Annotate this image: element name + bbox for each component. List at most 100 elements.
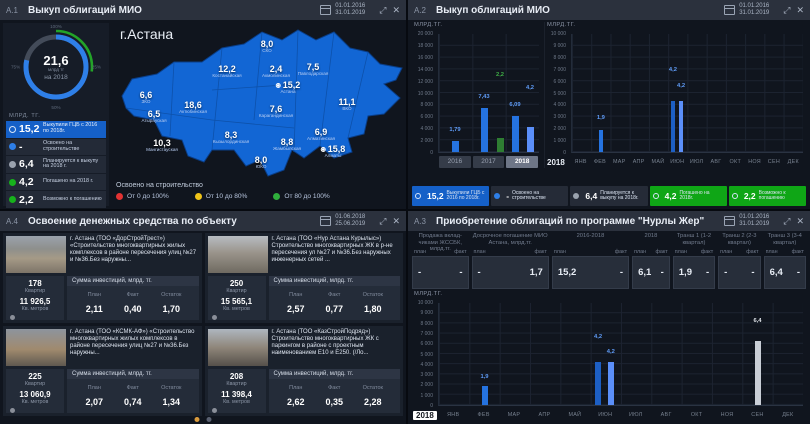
- y-tick-label: 9 000: [420, 310, 433, 316]
- map-region-ВКО[interactable]: 11,1ВКО: [338, 97, 355, 111]
- column-header: Транш 1 (1-2 квартал): [673, 233, 715, 248]
- date-from: 01.01.2016: [739, 214, 769, 220]
- card-carousel-dot[interactable]: [212, 315, 217, 320]
- y-tick-label: 6 000: [420, 114, 433, 120]
- month-label: ИЮЛ: [687, 159, 706, 165]
- close-icon[interactable]: ✕: [392, 216, 400, 227]
- ring-icon: [415, 193, 421, 199]
- calendar-icon[interactable]: [724, 5, 735, 15]
- map-region-Астана[interactable]: 15,2Астана: [276, 80, 301, 94]
- date-range[interactable]: 01.01.2016 31.01.2019: [335, 3, 365, 17]
- fact-value: -: [661, 267, 664, 278]
- date-range[interactable]: 01.06.2018 25.06.2019: [335, 214, 365, 228]
- carousel-dot-active[interactable]: [195, 417, 200, 422]
- fact-label: Факт: [114, 292, 153, 298]
- project-title: г. Астана (ТОО «ДорСтройТрест») «Строите…: [70, 236, 199, 273]
- map-legend: Освоено на строительство От 0 до 100%От …: [116, 182, 402, 206]
- map-region-СКО[interactable]: 8,0СКО: [261, 39, 274, 53]
- legend-item[interactable]: 15,2Выкупили ГЦБ с 2016 по 2018г.: [412, 186, 489, 206]
- map-region-Карагандинская[interactable]: 7,6Карагандинская: [259, 104, 293, 118]
- month-label: СЕН: [764, 159, 783, 165]
- year-button-2016[interactable]: 2016: [439, 156, 471, 168]
- map-region-Алматы[interactable]: 15,8Алматы: [321, 144, 346, 158]
- a2-years-chart: МЛРД.ТГ.02 0004 0006 0008 00010 00012 00…: [412, 22, 542, 168]
- map-region-ЗКО[interactable]: 6,6ЗКО: [140, 90, 153, 104]
- legend-item[interactable]: 2,2Возможно к погашению: [729, 186, 806, 206]
- legend-item[interactable]: 4,2Погашено на 2018 г.: [6, 174, 106, 191]
- legend-item[interactable]: 2,2Возможно к погашению: [6, 191, 106, 208]
- y-tick-label: 10 000: [418, 91, 433, 97]
- legend-item[interactable]: -Освоено на строительстве: [491, 186, 568, 206]
- legend-label: Планируется к выкупу на 2018 г.: [43, 159, 103, 171]
- year-button-2018[interactable]: 2018: [506, 156, 538, 168]
- close-icon[interactable]: ✕: [796, 5, 804, 16]
- legend-value: 15,2: [427, 191, 444, 201]
- map-region-ЮКО[interactable]: 8,0ЮКО: [255, 155, 268, 169]
- map-region-Акмолинская[interactable]: 2,4Акмолинская: [262, 64, 290, 78]
- map-legend-item: От 0 до 100%: [116, 193, 169, 200]
- plan-label: план: [414, 249, 426, 255]
- map-region-Павлодарская[interactable]: 7,5Павлодарская: [298, 62, 329, 76]
- project-card[interactable]: г. Астана (ТОО «ДорСтройТрест») «Строите…: [3, 233, 202, 323]
- table-column: 2016-2018планфакт15,2-: [552, 233, 629, 289]
- calendar-icon[interactable]: [724, 216, 735, 226]
- project-card[interactable]: г. Астана (ТОО «Нур Астана Курылыс») Стр…: [205, 233, 404, 323]
- month-label: НОЯ: [745, 159, 764, 165]
- bar: [679, 101, 683, 152]
- legend-item[interactable]: 6,4Планируется к выкупу на 2018 г.: [6, 156, 106, 173]
- date-range[interactable]: 01.01.2016 31.01.2019: [739, 214, 769, 228]
- month-label: ИЮН: [590, 412, 620, 418]
- panel-id: A.3: [414, 217, 426, 226]
- kazakhstan-map[interactable]: г.Астана 8,0СКО12,2Костанайская2,4Акмоли…: [112, 24, 404, 184]
- calendar-icon[interactable]: [320, 5, 331, 15]
- close-icon[interactable]: ✕: [392, 5, 400, 16]
- legend-item[interactable]: 15,2Выкупили ГЦБ с 2016 по 2018г.: [6, 121, 106, 138]
- card-top: г. Астана (ТОО «КСМК-АФ») «Строительство…: [6, 329, 199, 366]
- carousel-dot[interactable]: [207, 417, 212, 422]
- table-column: Транш 1 (1-2 квартал)планфакт1,9-: [673, 233, 715, 289]
- map-region-Алматинская[interactable]: 6,9Алматинская: [307, 127, 335, 141]
- map-region-Костанайская[interactable]: 12,2Костанайская: [212, 64, 241, 78]
- plan-fact-labels: планфакт: [764, 248, 806, 256]
- panel-title: Приобретение облигаций по программе "Нур…: [436, 216, 704, 227]
- expand-icon[interactable]: ⤢: [379, 216, 386, 227]
- apartments-count: 225: [6, 372, 64, 381]
- map-region-Мангистауская[interactable]: 10,3Мангистауская: [146, 138, 178, 152]
- legend-value: -: [506, 191, 509, 201]
- map-region-Атырауская[interactable]: 6,5Атырауская: [141, 109, 166, 123]
- project-card[interactable]: г. Астана (ТОО «КазСтройПодряд») Строите…: [205, 326, 404, 416]
- map-region-Актюбинская[interactable]: 18,6Актюбинская: [179, 100, 207, 114]
- expand-icon[interactable]: ⤢: [783, 216, 790, 227]
- y-tick-label: 6 000: [420, 341, 433, 347]
- expand-icon[interactable]: ⤢: [783, 5, 790, 16]
- legend-color-dot: [273, 193, 280, 200]
- y-tick-label: 12 000: [418, 79, 433, 85]
- legend-item[interactable]: 4,2Погашено на 2018г.: [650, 186, 727, 206]
- project-card[interactable]: г. Астана (ТОО «КСМК-АФ») «Строительство…: [3, 326, 202, 416]
- y-tick-label: 9 000: [553, 43, 566, 49]
- calendar-icon[interactable]: [320, 216, 331, 226]
- card-carousel-dot[interactable]: [212, 408, 217, 413]
- map-region-Кызылординская[interactable]: 8,3Кызылординская: [213, 130, 249, 144]
- gauge: 21,6 млрд тг на 2018 100% 25% 50% 75%: [14, 25, 98, 109]
- month-label: АВГ: [651, 412, 681, 418]
- y-tick-label: 20 000: [418, 31, 433, 37]
- card-carousel-dot[interactable]: [10, 315, 15, 320]
- area-label: Кв. метров: [208, 399, 266, 405]
- map-legend-label: От 0 до 100%: [127, 193, 169, 200]
- investment-title: Сумма инвестиций, млрд. тг.: [269, 276, 401, 286]
- gauge-pct-100: 100%: [50, 24, 62, 29]
- year-button-2017[interactable]: 2017: [473, 156, 505, 168]
- apartments-label: Квартир: [6, 288, 64, 294]
- close-icon[interactable]: ✕: [796, 216, 804, 227]
- legend-item[interactable]: 6,4Планируется к выкупу на 2018г.: [570, 186, 647, 206]
- map-region-Жамбылская[interactable]: 8,8Жамбылская: [273, 137, 301, 151]
- expand-icon[interactable]: ⤢: [379, 5, 386, 16]
- legend-label: Планируется к выкупу на 2018г.: [600, 191, 644, 202]
- plot-area: 1,94,24,2: [571, 34, 803, 153]
- plan-fact-labels: планфакт: [552, 248, 629, 256]
- card-carousel-dot[interactable]: [10, 408, 15, 413]
- legend-item[interactable]: -Освоено на строительстве: [6, 139, 106, 156]
- bar-label: 1,9: [597, 115, 605, 121]
- date-range[interactable]: 01.01.2016 31.01.2019: [739, 3, 769, 17]
